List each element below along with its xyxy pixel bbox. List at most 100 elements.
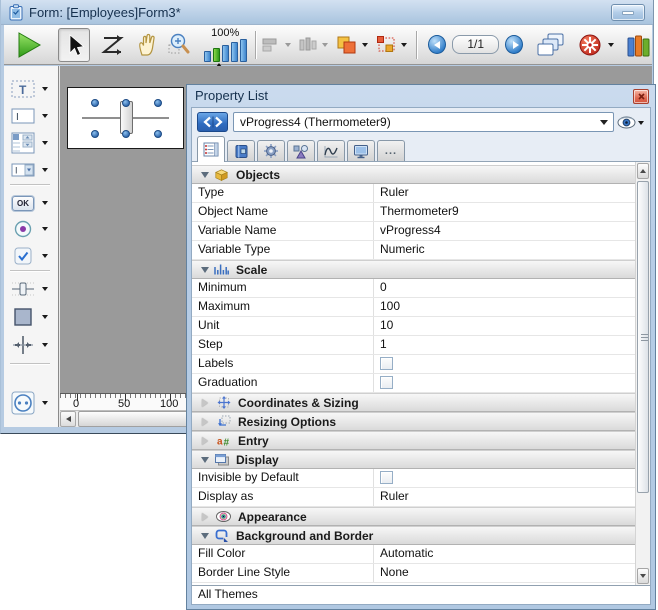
- checkbox-tool[interactable]: [7, 243, 57, 269]
- collapse-triangle-icon[interactable]: [202, 513, 208, 521]
- view-options-button[interactable]: [617, 114, 647, 131]
- prop-value[interactable]: vProgress4: [374, 222, 635, 240]
- tab-book[interactable]: [227, 140, 255, 161]
- selection-handle[interactable]: [122, 99, 130, 107]
- invisible-by-default-checkbox[interactable]: [380, 471, 393, 484]
- minimize-button[interactable]: [611, 4, 645, 21]
- chevron-down-icon[interactable]: [42, 401, 48, 405]
- section-appearance[interactable]: Appearance: [192, 507, 635, 526]
- object-selector-dropdown[interactable]: vProgress4 (Thermometer9): [233, 112, 614, 132]
- zoom-bar-100-current[interactable]: [213, 48, 220, 62]
- chevron-down-icon[interactable]: [42, 201, 48, 205]
- selection-handle[interactable]: [154, 130, 162, 138]
- pan-tool-button[interactable]: [134, 31, 160, 59]
- collapse-triangle-icon[interactable]: [201, 533, 209, 539]
- selection-handle[interactable]: [91, 99, 99, 107]
- selection-mode-button[interactable]: [376, 35, 407, 54]
- static-text-tool[interactable]: T: [7, 76, 57, 102]
- button-tool[interactable]: OK: [7, 190, 57, 216]
- labels-checkbox[interactable]: [380, 357, 393, 370]
- collapse-triangle-icon[interactable]: [202, 418, 208, 426]
- zoom-bar-50[interactable]: [204, 51, 211, 62]
- section-objects[interactable]: Objects: [192, 165, 635, 184]
- scroll-left-button[interactable]: [60, 411, 76, 427]
- section-entry[interactable]: a# Entry: [192, 431, 635, 450]
- prop-value[interactable]: Ruler: [374, 488, 635, 506]
- form-views-button[interactable]: [536, 32, 566, 58]
- tab-settings[interactable]: [257, 140, 285, 161]
- rectangle-tool[interactable]: [7, 304, 57, 330]
- previous-page-button[interactable]: [428, 35, 446, 54]
- select-tool-button[interactable]: [58, 28, 90, 62]
- library-button[interactable]: [626, 33, 652, 57]
- collapse-triangle-icon[interactable]: [201, 267, 209, 273]
- row-unit: Unit 10: [192, 317, 635, 336]
- collapse-triangle-icon[interactable]: [201, 172, 209, 178]
- plugin-area-tool[interactable]: [7, 390, 57, 416]
- themes-footer[interactable]: All Themes: [192, 585, 650, 604]
- zoom-tool-button[interactable]: [167, 32, 193, 58]
- radio-button-tool[interactable]: [7, 216, 57, 242]
- prop-value[interactable]: 1: [374, 336, 635, 354]
- selection-handle[interactable]: [154, 99, 162, 107]
- input-field-tool[interactable]: I: [7, 103, 57, 129]
- slider-tool[interactable]: [7, 276, 57, 302]
- chevron-down-icon[interactable]: [42, 114, 48, 118]
- zoom-bar-200[interactable]: [222, 45, 229, 62]
- vertical-scrollbar-thumb[interactable]: [637, 181, 649, 493]
- property-list-titlebar[interactable]: Property List: [187, 85, 655, 107]
- graduation-checkbox[interactable]: [380, 376, 393, 389]
- prop-value[interactable]: 100: [374, 298, 635, 316]
- preferences-button[interactable]: [578, 33, 614, 57]
- chevron-down-icon[interactable]: [42, 343, 48, 347]
- prop-value[interactable]: Thermometer9: [374, 203, 635, 221]
- zoom-bar-400[interactable]: [231, 42, 238, 62]
- layer-order-button[interactable]: [335, 35, 368, 55]
- scroll-up-button[interactable]: [637, 163, 649, 179]
- previous-next-object-button[interactable]: [197, 112, 228, 132]
- collapse-triangle-icon[interactable]: [202, 437, 208, 445]
- collapse-triangle-icon[interactable]: [202, 399, 208, 407]
- selection-handle[interactable]: [91, 130, 99, 138]
- tab-shapes[interactable]: [287, 140, 315, 161]
- tab-property-list[interactable]: [197, 136, 225, 162]
- list-box-tool[interactable]: [7, 130, 57, 156]
- prop-value[interactable]: None: [374, 564, 635, 582]
- zoom-bars[interactable]: [201, 39, 250, 62]
- prop-value[interactable]: Automatic: [374, 545, 635, 563]
- tab-events[interactable]: [317, 140, 345, 161]
- prop-value[interactable]: Ruler: [374, 184, 635, 202]
- prop-value[interactable]: Numeric: [374, 241, 635, 259]
- section-scale[interactable]: Scale: [192, 260, 635, 279]
- chevron-down-icon[interactable]: [42, 227, 48, 231]
- splitter-tool[interactable]: [7, 332, 57, 358]
- section-display[interactable]: Display: [192, 450, 635, 469]
- chevron-down-icon[interactable]: [42, 87, 48, 91]
- zoom-level-widget[interactable]: 100%: [201, 28, 250, 62]
- tab-more[interactable]: ...: [377, 140, 405, 161]
- combo-box-tool[interactable]: I: [7, 157, 57, 183]
- chevron-down-icon[interactable]: [42, 287, 48, 291]
- chevron-down-icon[interactable]: [42, 168, 48, 172]
- section-background-border[interactable]: Background and Border: [192, 526, 635, 545]
- chevron-down-icon[interactable]: [42, 315, 48, 319]
- run-form-button[interactable]: [12, 30, 44, 60]
- prop-value[interactable]: 0: [374, 279, 635, 297]
- arrow-right-icon: [513, 41, 519, 49]
- window-titlebar[interactable]: Form: [Employees]Form3*: [1, 0, 653, 25]
- collapse-triangle-icon[interactable]: [201, 457, 209, 463]
- section-resizing-options[interactable]: Resizing Options: [192, 412, 635, 431]
- prop-value[interactable]: 10: [374, 317, 635, 335]
- selection-handle[interactable]: [122, 130, 130, 138]
- scroll-down-button[interactable]: [637, 568, 649, 584]
- close-button[interactable]: [633, 89, 649, 104]
- ruler-widget[interactable]: [67, 87, 184, 149]
- next-page-button[interactable]: [505, 35, 523, 54]
- entry-order-tool-button[interactable]: [99, 32, 127, 58]
- chevron-down-icon[interactable]: [42, 141, 48, 145]
- zoom-bar-800[interactable]: [240, 39, 247, 62]
- chevron-down-icon[interactable]: [42, 254, 48, 258]
- vertical-scrollbar[interactable]: [635, 162, 650, 585]
- tab-display[interactable]: [347, 140, 375, 161]
- section-coordinates-sizing[interactable]: Coordinates & Sizing: [192, 393, 635, 412]
